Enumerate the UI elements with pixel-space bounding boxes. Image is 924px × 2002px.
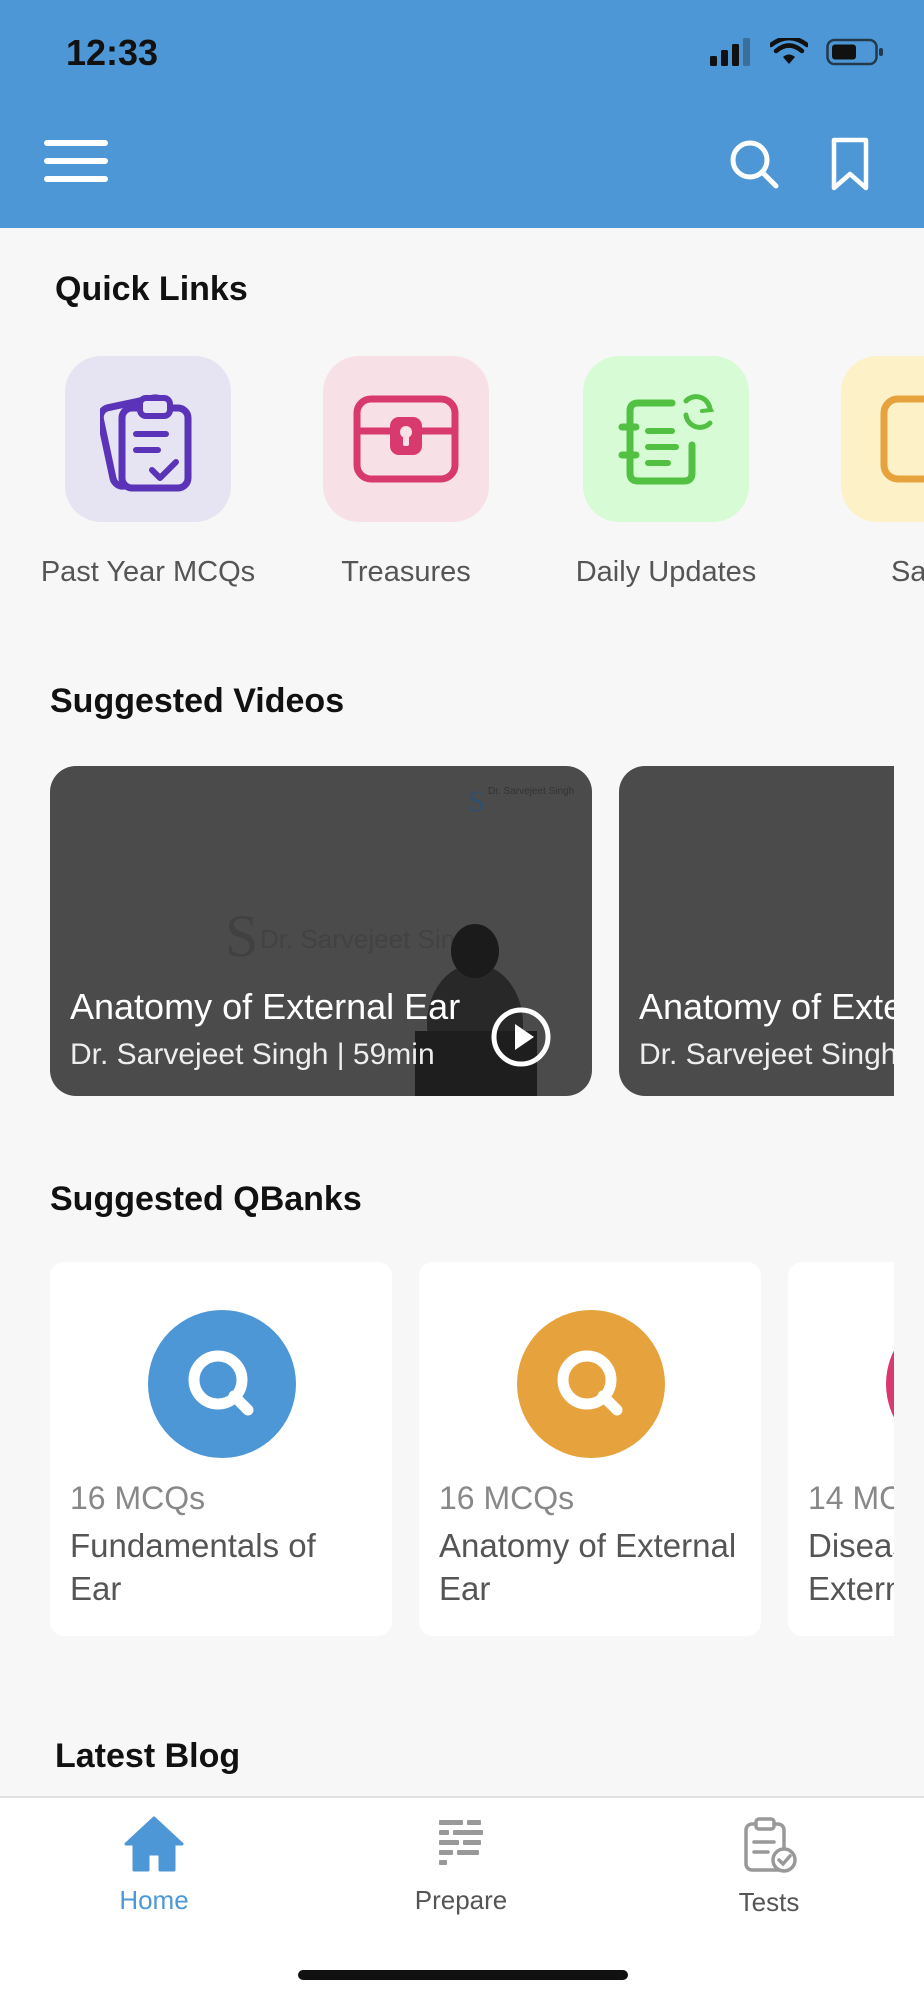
prepare-icon bbox=[439, 1820, 483, 1865]
video-meta: Dr. Sarvejeet Singh | 59min bbox=[70, 1038, 435, 1071]
latest-blog-title: Latest Blog bbox=[55, 1737, 241, 1775]
bookmark-icon[interactable] bbox=[830, 136, 870, 192]
qbank-count: 14 MCQs bbox=[808, 1480, 894, 1516]
status-time: 12:33 bbox=[66, 32, 159, 73]
qbank-title: Anatomy of External Ear bbox=[439, 1527, 737, 1607]
suggested-qbanks-row: 16 MCQs Fundamentals of Ear 16 MCQs Anat… bbox=[0, 1262, 894, 1638]
treasure-chest-icon bbox=[353, 395, 459, 483]
qbank-card[interactable]: 16 MCQs Fundamentals of Ear bbox=[50, 1262, 392, 1636]
qbank-icon-circle bbox=[886, 1310, 894, 1458]
suggested-videos-row: S Dr. Sarvejeet Singh S Dr. Sarvejeet Si… bbox=[0, 766, 894, 1096]
svg-text:Dr. Sarvejeet Singh: Dr. Sarvejeet Singh bbox=[488, 786, 574, 797]
status-icons bbox=[710, 38, 884, 66]
quick-link-label: Treasures bbox=[341, 556, 471, 588]
tab-home[interactable]: Home bbox=[54, 1816, 254, 1916]
qbank-icon-circle bbox=[517, 1310, 665, 1458]
qbank-card[interactable]: 14 MCQs Diseases of External Ear bbox=[788, 1262, 894, 1636]
wifi-icon bbox=[770, 38, 808, 64]
tab-tests[interactable]: Tests bbox=[669, 1816, 869, 1918]
quick-link-tile bbox=[583, 356, 749, 522]
tab-label: Tests bbox=[738, 1887, 800, 1917]
suggested-qbanks-title: Suggested QBanks bbox=[50, 1180, 362, 1218]
play-icon[interactable] bbox=[490, 1006, 552, 1068]
qbank-search-icon bbox=[557, 1350, 623, 1416]
clipboard-check-icon bbox=[100, 394, 192, 492]
save-icon bbox=[880, 395, 924, 483]
quick-link-daily-updates[interactable]: Daily Updates bbox=[546, 356, 786, 589]
notebook-refresh-icon bbox=[618, 394, 715, 485]
quick-link-label: Save bbox=[890, 556, 924, 588]
quick-link-tile bbox=[323, 356, 489, 522]
quick-link-tile bbox=[65, 356, 231, 522]
quick-link-past-year-mcqs[interactable]: Past Year MCQs bbox=[28, 356, 268, 589]
cellular-signal-icon bbox=[710, 38, 750, 66]
suggested-videos-title: Suggested Videos bbox=[50, 682, 345, 720]
video-card[interactable]: S Dr. Sarvejeet Singh S Dr. Sarvejeet Si… bbox=[50, 766, 592, 1096]
qbank-card[interactable]: 16 MCQs Anatomy of External Ear bbox=[419, 1262, 761, 1636]
video-title: Anatomy of External Ear bbox=[639, 986, 894, 1027]
video-meta: Dr. Sarvejeet Singh | 59min bbox=[639, 1038, 894, 1071]
svg-text:S: S bbox=[225, 903, 258, 969]
video-card[interactable]: Anatomy of External Ear Dr. Sarvejeet Si… bbox=[619, 766, 894, 1096]
quick-link-label: Past Year MCQs bbox=[40, 556, 256, 588]
qbank-count: 16 MCQs bbox=[439, 1480, 575, 1516]
tests-clipboard-icon bbox=[744, 1817, 797, 1873]
quick-links-row: Past Year MCQs Treasures Daily Updates S… bbox=[0, 356, 924, 606]
svg-text:Dr. Sarvejeet Singh: Dr. Sarvejeet Singh bbox=[260, 924, 484, 954]
qbank-count: 16 MCQs bbox=[70, 1480, 206, 1516]
tab-label: Home bbox=[119, 1885, 189, 1915]
qbank-search-icon bbox=[188, 1350, 254, 1416]
battery-icon bbox=[826, 38, 883, 66]
video-title: Anatomy of External Ear bbox=[70, 986, 461, 1027]
app-header: 12:33 bbox=[0, 0, 924, 228]
qbank-title: Fundamentals of Ear bbox=[70, 1527, 316, 1607]
tab-prepare[interactable]: Prepare bbox=[361, 1816, 561, 1916]
quick-links-title: Quick Links bbox=[55, 270, 248, 308]
quick-link-save[interactable]: Save bbox=[804, 356, 924, 589]
quick-link-label: Daily Updates bbox=[575, 556, 757, 588]
home-indicator bbox=[298, 1970, 628, 1980]
hamburger-menu-icon[interactable] bbox=[44, 140, 108, 184]
qbank-icon-circle bbox=[148, 1310, 296, 1458]
qbank-title: Diseases of External Ear bbox=[808, 1527, 894, 1607]
home-icon bbox=[124, 1816, 184, 1872]
search-icon[interactable] bbox=[728, 138, 780, 190]
quick-link-treasures[interactable]: Treasures bbox=[286, 356, 526, 589]
svg-text:S: S bbox=[468, 785, 485, 818]
quick-link-tile bbox=[841, 356, 924, 522]
tab-label: Prepare bbox=[414, 1885, 508, 1915]
